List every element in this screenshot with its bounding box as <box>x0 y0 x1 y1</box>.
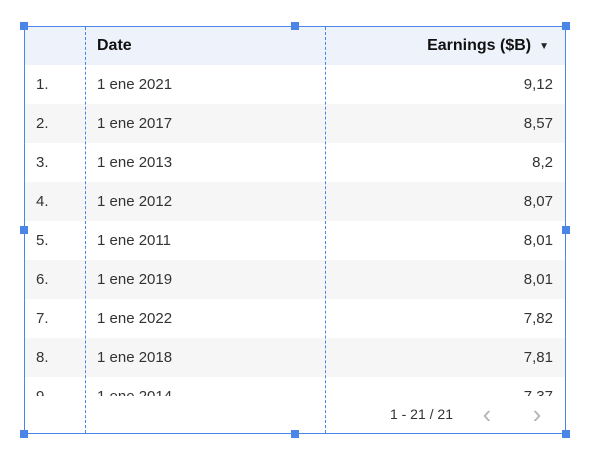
row-date: 1 ene 2017 <box>97 115 173 132</box>
row-index: 7. <box>36 310 49 327</box>
row-earnings: 8,01 <box>523 232 553 249</box>
row-earnings: 8,01 <box>523 271 553 288</box>
row-earnings: 9,12 <box>523 76 553 93</box>
row-earnings: 7,81 <box>523 349 553 366</box>
table-row[interactable]: 7. 1 ene 2022 7,82 <box>25 299 565 338</box>
pagination-bar: 1 - 21 / 21 ‹ › <box>25 396 565 433</box>
row-date: 1 ene 2011 <box>97 232 171 249</box>
chevron-right-icon[interactable]: › <box>523 398 551 430</box>
resize-handle-top-right[interactable] <box>562 22 570 30</box>
resize-handle-bottom[interactable] <box>291 430 299 438</box>
header-earnings[interactable]: Earnings ($B) ▼ <box>427 37 549 55</box>
pagination-label: 1 - 21 / 21 <box>389 406 453 422</box>
row-date: 1 ene 2013 <box>97 154 173 171</box>
table-row[interactable]: 1. 1 ene 2021 9,12 <box>25 65 565 104</box>
table-row[interactable]: 5. 1 ene 2011 8,01 <box>25 221 565 260</box>
row-earnings: 8,07 <box>523 193 553 210</box>
row-index: 6. <box>36 271 49 288</box>
row-date: 1 ene 2022 <box>97 310 173 327</box>
row-index: 1. <box>36 76 49 93</box>
row-earnings: 8,57 <box>523 115 553 132</box>
row-date: 1 ene 2021 <box>97 76 173 93</box>
table-row[interactable]: 2. 1 ene 2017 8,57 <box>25 104 565 143</box>
table-header-row: Date Earnings ($B) ▼ <box>25 27 565 65</box>
table-row[interactable]: 4. 1 ene 2012 8,07 <box>25 182 565 221</box>
row-earnings: 8,2 <box>532 154 553 171</box>
table-row[interactable]: 3. 1 ene 2013 8,2 <box>25 143 565 182</box>
row-index: 2. <box>36 115 49 132</box>
row-date: 1 ene 2012 <box>97 193 173 210</box>
resize-handle-right[interactable] <box>562 226 570 234</box>
header-date[interactable]: Date <box>97 37 132 55</box>
resize-handle-bottom-right[interactable] <box>562 430 570 438</box>
resize-handle-top-left[interactable] <box>20 22 28 30</box>
row-index: 4. <box>36 193 49 210</box>
row-date: 1 ene 2014 <box>97 388 172 396</box>
chevron-left-icon[interactable]: ‹ <box>473 398 501 430</box>
table-row[interactable]: 8. 1 ene 2018 7,81 <box>25 338 565 377</box>
resize-handle-top[interactable] <box>291 22 299 30</box>
row-index: 3. <box>36 154 49 171</box>
row-index: 8. <box>36 349 49 366</box>
row-earnings: 7,37 <box>524 388 553 396</box>
row-date: 1 ene 2018 <box>97 349 173 366</box>
resize-handle-bottom-left[interactable] <box>20 430 28 438</box>
table-row[interactable]: 9. 1 ene 2014 7,37 <box>25 377 565 396</box>
table-body: Date Earnings ($B) ▼ 1. 1 ene 2021 9,12 2. 1… <box>25 27 565 396</box>
row-earnings: 7,82 <box>523 310 553 327</box>
row-date: 1 ene 2019 <box>97 271 173 288</box>
row-index: 5. <box>36 232 49 249</box>
table-chart-widget[interactable]: Date Earnings ($B) ▼ 1. 1 ene 2021 9,12 2. 1… <box>24 26 566 434</box>
column-guide-earnings <box>325 27 326 433</box>
column-guide-date <box>85 27 86 433</box>
resize-handle-left[interactable] <box>20 226 28 234</box>
caret-down-icon[interactable]: ▼ <box>539 41 549 52</box>
row-index: 9. <box>36 388 49 396</box>
header-earnings-label: Earnings ($B) <box>427 37 532 54</box>
table-row[interactable]: 6. 1 ene 2019 8,01 <box>25 260 565 299</box>
